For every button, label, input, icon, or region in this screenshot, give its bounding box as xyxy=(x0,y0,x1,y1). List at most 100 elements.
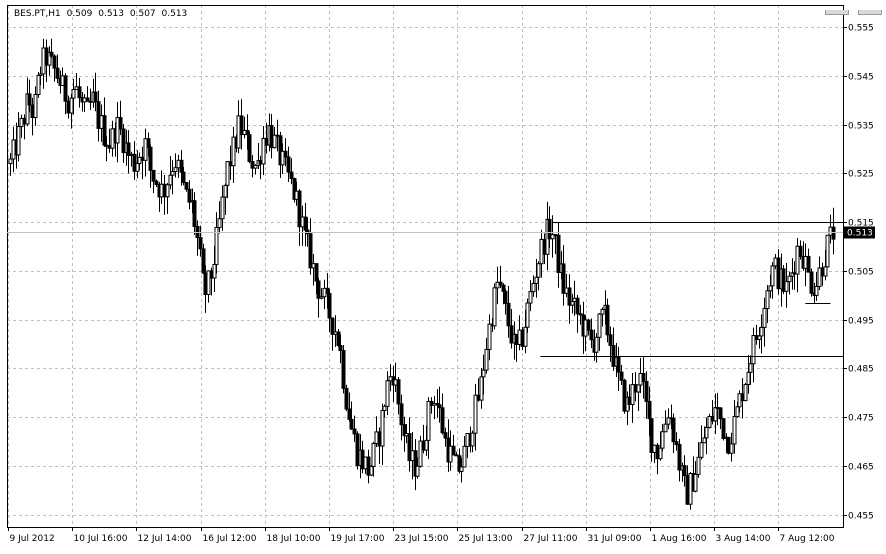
candle-body-down xyxy=(303,216,308,231)
candle-body-up xyxy=(380,409,385,447)
candle-body-up xyxy=(170,170,175,176)
y-tick-label: 0.555 xyxy=(848,24,874,34)
candle-body-up xyxy=(223,184,228,198)
candle-body-up xyxy=(743,383,748,402)
candle-body-down xyxy=(503,290,508,304)
candle-body-up xyxy=(704,426,709,439)
candle-body-up xyxy=(757,335,762,340)
candle-body-down xyxy=(247,134,252,163)
candle-body-up xyxy=(735,406,740,418)
candle-body-up xyxy=(16,126,21,156)
candle-body-down xyxy=(93,91,98,103)
candle-body-up xyxy=(748,363,753,373)
chart-area[interactable]: 0.555 0.545 0.535 0.525 0.515 0.505 0.495 0.485… xyxy=(0,0,886,554)
candle-body-down xyxy=(55,67,60,79)
candle-body-down xyxy=(146,138,151,148)
candle-body-down xyxy=(349,418,354,430)
candle-body-down xyxy=(314,263,319,282)
candle-body-up xyxy=(462,445,467,468)
close-button[interactable] xyxy=(858,10,882,15)
candle-body-up xyxy=(525,302,530,328)
candle-body-down xyxy=(347,408,352,420)
candle-body-up xyxy=(770,265,775,287)
candle-body-down xyxy=(102,115,107,146)
candle-body-down xyxy=(506,302,511,327)
y-tick-label: 0.485 xyxy=(848,365,874,375)
x-tick-label: 9 Jul 2012 xyxy=(10,534,55,544)
x-tick-label: 19 Jul 17:00 xyxy=(331,534,385,544)
candle-body-up xyxy=(531,282,536,293)
candle-body-down xyxy=(338,345,343,352)
window-controls xyxy=(821,0,882,15)
candle-body-up xyxy=(597,313,602,338)
candle-body-down xyxy=(809,271,814,294)
candle-body-down xyxy=(641,373,646,382)
price-chart[interactable]: 0.5550.5450.5350.5250.5150.5050.4950.485… xyxy=(0,0,886,554)
candle-body-up xyxy=(473,394,478,434)
candle-body-down xyxy=(327,293,332,319)
candle-body-down xyxy=(344,387,349,410)
candle-body-down xyxy=(52,55,57,69)
candle-body-down xyxy=(682,465,687,477)
candle-body-down xyxy=(806,255,811,273)
candle-body-down xyxy=(589,329,594,341)
candle-body-up xyxy=(481,369,486,378)
candle-body-up xyxy=(33,94,38,119)
candle-body-up xyxy=(536,263,541,278)
candle-body-down xyxy=(118,117,123,130)
candle-body-up xyxy=(699,442,704,458)
candle-body-up xyxy=(594,336,599,353)
candle-body-up xyxy=(8,158,13,165)
y-tick-label: 0.525 xyxy=(848,170,874,180)
candle-body-up xyxy=(663,423,668,433)
x-tick-label: 7 Aug 12:00 xyxy=(780,534,835,544)
candle-body-up xyxy=(369,465,374,476)
candle-body-up xyxy=(470,432,475,447)
minimize-button[interactable] xyxy=(824,10,849,15)
candle-body-down xyxy=(443,432,448,439)
x-tick-label: 10 Jul 16:00 xyxy=(74,534,128,544)
x-tick-label: 1 Aug 16:00 xyxy=(652,534,707,544)
candle-body-down xyxy=(575,297,580,315)
x-tick-label: 16 Jul 12:00 xyxy=(203,534,257,544)
x-tick-label: 25 Jul 13:00 xyxy=(459,534,513,544)
candle-body-down xyxy=(179,159,184,173)
symbol-label: BES.PT,H1 xyxy=(14,9,61,19)
x-tick-label: 18 Jul 10:00 xyxy=(267,534,321,544)
candle-body-up xyxy=(570,301,575,306)
candle-body-down xyxy=(352,428,357,435)
candle-body-down xyxy=(286,156,291,173)
candle-body-up xyxy=(636,384,641,393)
candle-body-up xyxy=(135,163,140,172)
candle-body-up xyxy=(212,263,217,279)
candle-body-up xyxy=(415,465,420,477)
candle-body-down xyxy=(245,129,250,136)
candle-body-up xyxy=(220,196,225,220)
candle-body-down xyxy=(289,171,294,180)
candle-body-up xyxy=(382,405,387,411)
x-tick-label: 3 Aug 14:00 xyxy=(716,534,771,544)
last-price-label: 0.513 xyxy=(847,229,873,239)
y-tick-label: 0.465 xyxy=(848,463,874,473)
candle-body-down xyxy=(644,380,649,402)
candle-body-down xyxy=(192,200,197,227)
y-tick-label: 0.475 xyxy=(848,414,874,424)
candle-body-up xyxy=(487,323,492,350)
candle-body-down xyxy=(341,350,346,389)
candle-body-up xyxy=(69,97,74,114)
candle-body-up xyxy=(528,291,533,304)
candle-body-up xyxy=(217,218,222,229)
candle-body-up xyxy=(696,456,701,475)
candle-body-down xyxy=(451,445,456,456)
y-tick-label: 0.545 xyxy=(848,73,874,83)
chart-background xyxy=(0,0,886,554)
candle-body-down xyxy=(605,304,610,336)
candle-body-down xyxy=(608,334,613,346)
candle-body-down xyxy=(440,407,445,434)
candle-body-down xyxy=(721,418,726,439)
candle-body-up xyxy=(762,308,767,328)
candle-body-up xyxy=(385,380,390,407)
candle-body-up xyxy=(823,266,828,277)
candle-body-up xyxy=(729,443,734,454)
candle-body-down xyxy=(181,171,186,184)
